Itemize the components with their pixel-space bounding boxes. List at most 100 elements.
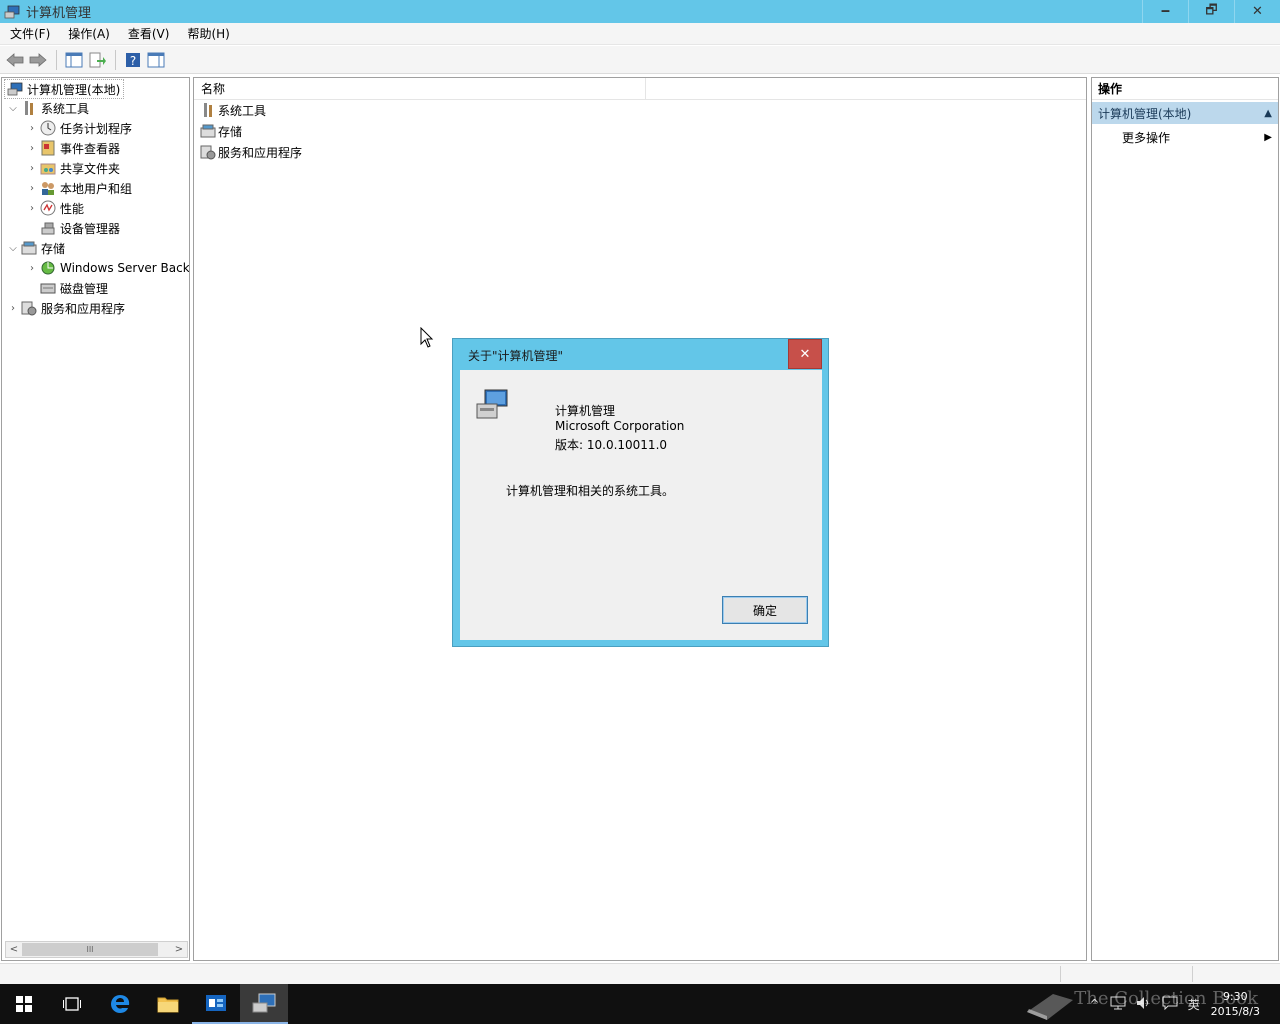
menu-help[interactable]: 帮助(H) xyxy=(177,25,237,42)
tree-item-system-tools[interactable]: ⌵ 系统工具 xyxy=(7,98,89,118)
export-list-button[interactable] xyxy=(86,49,108,71)
tree-item-storage[interactable]: ⌵ 存储 xyxy=(7,238,65,258)
tree-label: 共享文件夹 xyxy=(60,161,121,176)
tree-label: 存储 xyxy=(41,241,66,256)
scroll-right-icon[interactable]: > xyxy=(171,944,187,955)
list-item-label: 存储 xyxy=(218,124,243,139)
tree-label: 本地用户和组 xyxy=(60,181,133,196)
console-tree-pane: 计算机管理(本地) ⌵ 系统工具 › 任务计划程序 › 事件查看器 › 共享文件… xyxy=(1,77,190,961)
tree-label: 设备管理器 xyxy=(60,221,121,236)
tree-label: 性能 xyxy=(60,201,85,216)
close-button[interactable]: ✕ xyxy=(1234,0,1280,23)
help-button[interactable]: ? xyxy=(122,49,144,71)
server-manager-button[interactable] xyxy=(192,984,240,1024)
tree-item-performance[interactable]: › 性能 xyxy=(26,198,84,218)
tree-label: Windows Server Back xyxy=(60,261,190,275)
input-method-indicator[interactable]: 英 xyxy=(1188,996,1200,1013)
about-dialog: 关于"计算机管理" ✕ 计算机管理 Microsoft Corporation … xyxy=(452,338,829,647)
tree-item-shared-folders[interactable]: › 共享文件夹 xyxy=(26,158,120,178)
collapse-icon[interactable]: ⌵ xyxy=(7,243,19,254)
window-title: 计算机管理 xyxy=(26,6,92,21)
clock-time: 9:30 xyxy=(1222,990,1248,1003)
backup-icon xyxy=(40,260,56,276)
tree-item-event-viewer[interactable]: › 事件查看器 xyxy=(26,138,120,158)
tree-item-disk-management[interactable]: 磁盘管理 xyxy=(26,278,108,298)
volume-icon[interactable] xyxy=(1136,996,1152,1013)
taskbar: ^ 英 9:30 2015/8/3 The Collection Book xyxy=(0,984,1280,1024)
collapse-icon[interactable]: ⌵ xyxy=(7,103,19,114)
actions-section-computer-management[interactable]: 计算机管理(本地) ▲ xyxy=(1092,102,1278,124)
shared-folder-icon xyxy=(40,160,56,176)
back-button[interactable] xyxy=(4,49,26,71)
actions-header: 操作 xyxy=(1092,78,1278,100)
expand-icon[interactable]: › xyxy=(26,163,38,174)
tree-item-root[interactable]: 计算机管理(本地) xyxy=(4,79,125,99)
list-item[interactable]: 存储 xyxy=(200,121,242,141)
list-header: 名称 xyxy=(194,78,1086,100)
expand-icon[interactable]: › xyxy=(26,203,38,214)
expand-icon[interactable]: › xyxy=(26,143,38,154)
tree-item-local-users-groups[interactable]: › 本地用户和组 xyxy=(26,178,132,198)
tree-item-task-scheduler[interactable]: › 任务计划程序 xyxy=(26,118,132,138)
network-icon[interactable] xyxy=(1110,996,1126,1013)
status-segment xyxy=(1192,966,1280,982)
users-icon xyxy=(40,180,56,196)
file-explorer-button[interactable] xyxy=(144,984,192,1024)
clock-icon xyxy=(40,120,56,136)
disk-icon xyxy=(40,280,56,296)
menu-file[interactable]: 文件(F) xyxy=(0,25,58,42)
list-item[interactable]: 系统工具 xyxy=(200,100,266,120)
more-actions-item[interactable]: 更多操作 ▶ xyxy=(1092,126,1278,148)
collapse-up-icon[interactable]: ▲ xyxy=(1264,108,1272,119)
minimize-icon: 🗕 xyxy=(1160,2,1171,18)
task-view-button[interactable] xyxy=(48,984,96,1024)
scroll-left-icon[interactable]: < xyxy=(6,944,22,955)
menu-view[interactable]: 查看(V) xyxy=(118,25,178,42)
tree-item-windows-server-backup[interactable]: › Windows Server Back xyxy=(26,258,190,278)
show-hidden-icons-button[interactable]: ^ xyxy=(1090,997,1100,1011)
server-manager-icon xyxy=(206,995,226,1011)
ok-button[interactable]: 确定 xyxy=(722,596,808,624)
system-tray: ^ 英 9:30 2015/8/3 The Collection Book xyxy=(1023,984,1280,1024)
list-item[interactable]: 服务和应用程序 xyxy=(200,142,302,162)
expand-icon[interactable]: › xyxy=(26,183,38,194)
tree-label: 服务和应用程序 xyxy=(41,301,126,316)
show-hide-action-pane-button[interactable] xyxy=(145,49,167,71)
computer-management-icon xyxy=(7,81,23,97)
expand-icon[interactable]: › xyxy=(26,123,38,134)
tree-item-services-applications[interactable]: › 服务和应用程序 xyxy=(7,298,125,318)
menu-action[interactable]: 操作(A) xyxy=(58,25,118,42)
close-icon: ✕ xyxy=(1252,4,1263,19)
forward-button[interactable] xyxy=(27,49,49,71)
collection-book-logo-icon xyxy=(1026,994,1073,1020)
dialog-close-button[interactable]: ✕ xyxy=(788,339,822,369)
dialog-title: 关于"计算机管理" xyxy=(468,349,564,363)
restore-button[interactable]: 🗗 xyxy=(1188,0,1234,23)
show-hide-console-tree-button[interactable] xyxy=(63,49,85,71)
storage-icon xyxy=(21,240,37,256)
taskbar-clock[interactable]: 9:30 2015/8/3 xyxy=(1211,989,1260,1019)
notification-icon[interactable] xyxy=(1162,996,1178,1013)
expand-icon[interactable]: › xyxy=(26,263,38,274)
computer-management-icon xyxy=(252,993,276,1013)
action-pane-icon xyxy=(147,52,165,67)
system-tools-icon xyxy=(200,102,216,118)
tree-horizontal-scrollbar[interactable]: < III > xyxy=(5,941,188,958)
expand-icon[interactable]: › xyxy=(7,303,19,314)
column-header-name[interactable]: 名称 xyxy=(194,78,646,99)
start-button[interactable] xyxy=(0,984,48,1024)
device-manager-icon xyxy=(40,220,56,236)
computer-management-icon xyxy=(475,388,509,422)
window-titlebar: 计算机管理 🗕 🗗 ✕ xyxy=(0,0,1280,23)
tree-item-device-manager[interactable]: 设备管理器 xyxy=(26,218,120,238)
edge-browser-button[interactable] xyxy=(96,984,144,1024)
edge-icon xyxy=(111,995,130,1013)
more-actions-label: 更多操作 xyxy=(1122,130,1171,145)
services-icon xyxy=(21,300,37,316)
computer-management-taskbar-button[interactable] xyxy=(240,984,288,1024)
event-viewer-icon xyxy=(40,140,56,156)
scroll-thumb[interactable]: III xyxy=(22,943,158,956)
mouse-cursor-icon xyxy=(420,327,434,348)
system-tools-icon xyxy=(21,100,37,116)
minimize-button[interactable]: 🗕 xyxy=(1142,0,1188,23)
